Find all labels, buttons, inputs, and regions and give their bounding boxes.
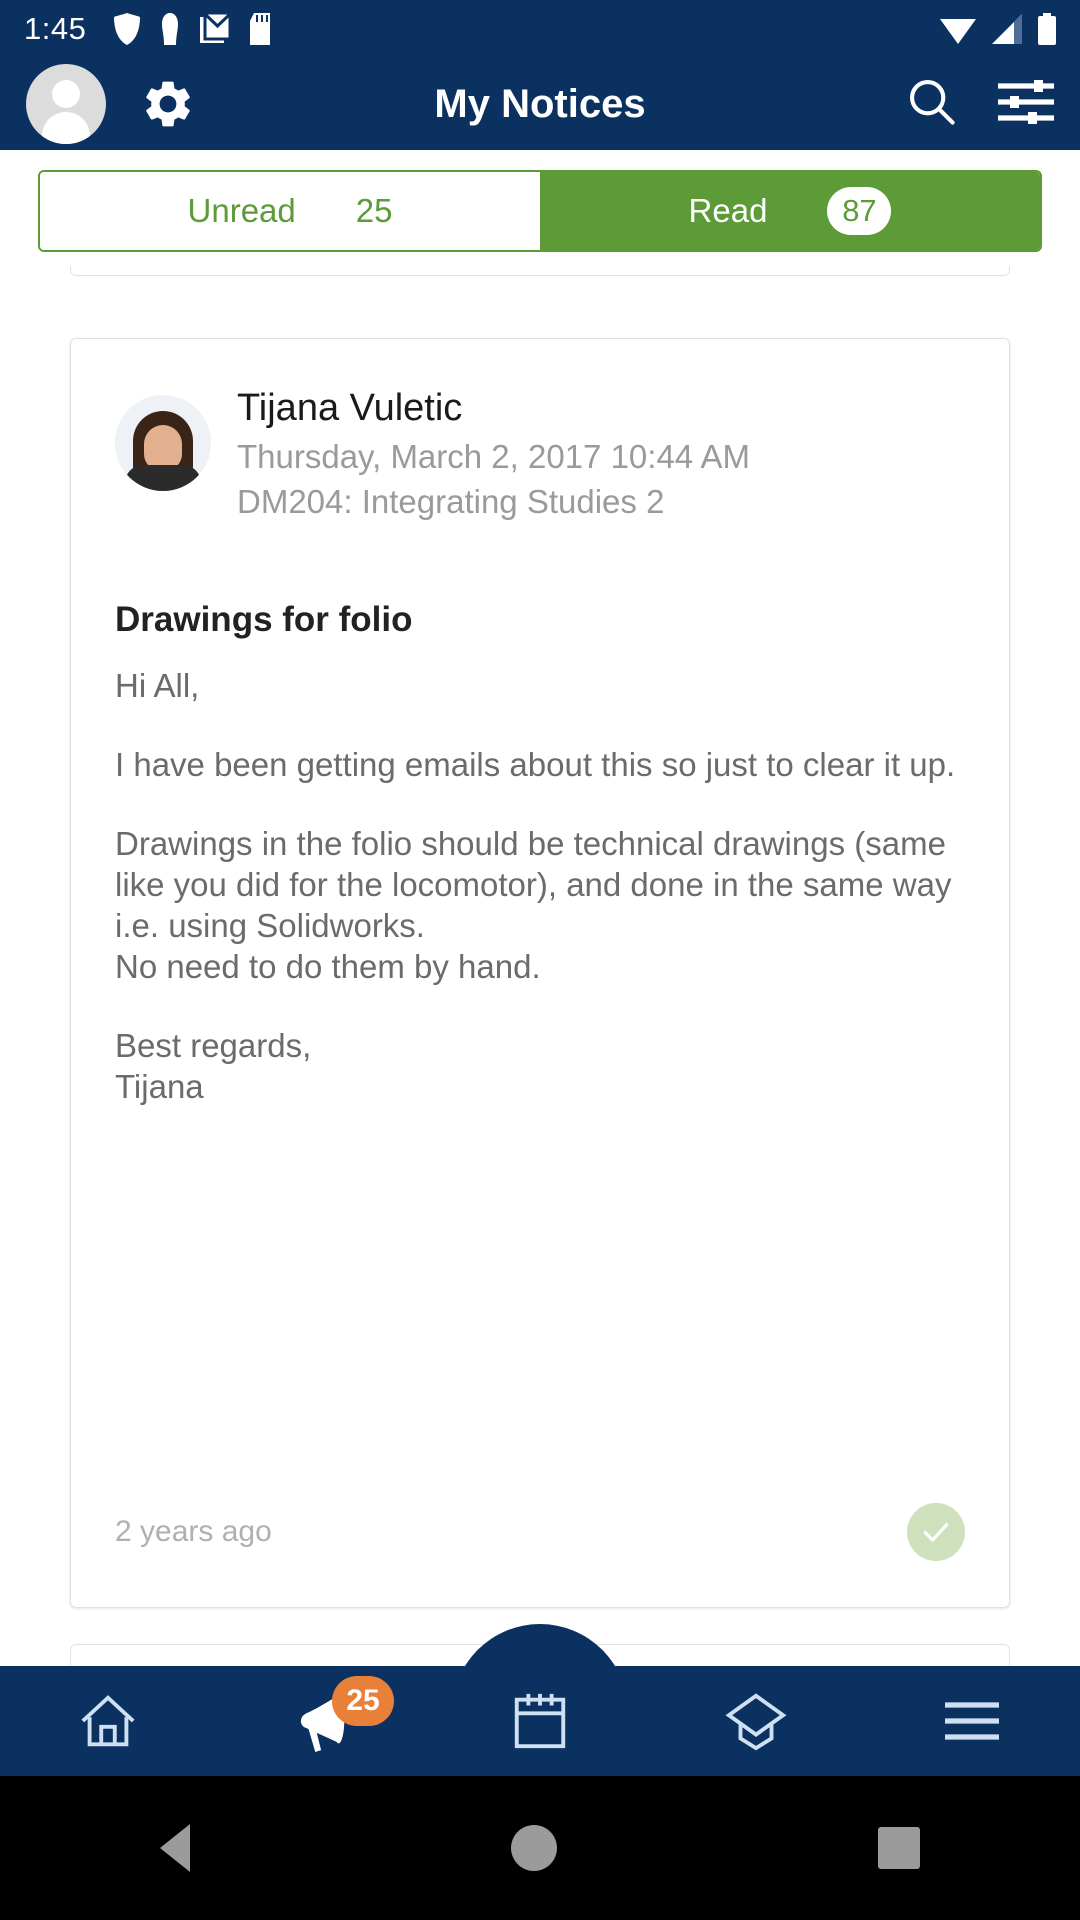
- tab-read[interactable]: Read 87: [540, 172, 1040, 250]
- app-bar-actions: [906, 76, 1057, 133]
- bottom-nav: 25: [0, 1666, 1080, 1776]
- status-bar-right-icons: [940, 13, 1056, 45]
- android-system-nav: [0, 1776, 1080, 1920]
- status-bar-time: 1:45: [24, 11, 87, 46]
- home-icon: [81, 1695, 135, 1747]
- tab-read-count: 87: [827, 187, 892, 235]
- tab-unread-count: 25: [355, 192, 393, 229]
- notice-body-line: No need to do them by hand.: [115, 947, 541, 985]
- avatar: [115, 395, 211, 491]
- bottom-nav-notices[interactable]: 25: [216, 1666, 432, 1776]
- graduation-cap-icon: [725, 1693, 787, 1751]
- battery-icon: [1038, 13, 1056, 45]
- notice-footer: 2 years ago: [71, 1457, 1009, 1607]
- notice-body-line: Best regards,: [115, 1026, 312, 1064]
- notice-time-ago: 2 years ago: [115, 1515, 272, 1548]
- notice-date: Thursday, March 2, 2017 10:44 AM: [237, 437, 750, 475]
- notice-body-line: Tijana: [115, 1067, 204, 1105]
- calendar-icon: [514, 1693, 566, 1749]
- recents-square-icon[interactable]: [877, 1827, 920, 1869]
- notice-body: Hi All, I have been getting emails about…: [71, 640, 1009, 1107]
- notices-list[interactable]: Tijana Vuletic Thursday, March 2, 2017 1…: [0, 266, 1080, 1666]
- notice-body-line: Hi All,: [115, 667, 200, 705]
- gear-icon[interactable]: [140, 76, 196, 132]
- gmail-icon: [200, 13, 231, 43]
- back-triangle-icon[interactable]: [160, 1824, 191, 1872]
- status-bar-left-icons: [114, 13, 271, 45]
- tab-unread[interactable]: Unread 25: [40, 172, 540, 250]
- shield-icon: [114, 13, 141, 45]
- bottom-nav-courses[interactable]: [648, 1666, 864, 1776]
- vpn-key-icon: [162, 13, 179, 45]
- tab-unread-label: Unread: [187, 192, 296, 229]
- notice-card[interactable]: Tijana Vuletic Thursday, March 2, 2017 1…: [70, 338, 1010, 1608]
- account-avatar-icon[interactable]: [26, 64, 106, 144]
- home-circle-icon[interactable]: [510, 1825, 557, 1871]
- filter-sliders-icon[interactable]: [995, 79, 1057, 129]
- notices-badge: 25: [332, 1676, 394, 1726]
- bottom-nav-more[interactable]: [864, 1666, 1080, 1776]
- bottom-nav-home[interactable]: [0, 1666, 216, 1776]
- notices-tab-bar: Unread 25 Read 87: [0, 150, 1080, 270]
- notice-body-line: Drawings in the folio should be technica…: [115, 825, 952, 944]
- notice-card-previous-peek[interactable]: [70, 266, 1010, 276]
- sd-card-icon: [250, 13, 271, 45]
- notice-subject: Drawings for folio: [115, 600, 413, 640]
- hamburger-menu-icon: [945, 1702, 999, 1740]
- notice-body-line: I have been getting emails about this so…: [115, 746, 956, 784]
- status-bar: 1:45: [0, 0, 1080, 58]
- mark-as-read-button[interactable]: [907, 1503, 965, 1561]
- check-icon: [923, 1523, 949, 1542]
- notice-header: Tijana Vuletic Thursday, March 2, 2017 1…: [71, 339, 1009, 524]
- wifi-icon: [940, 19, 976, 44]
- signal-icon: [992, 14, 1022, 44]
- notice-sender-name: Tijana Vuletic: [237, 387, 463, 429]
- tab-read-label: Read: [688, 192, 768, 229]
- notice-course: DM204: Integrating Studies 2: [237, 483, 665, 521]
- search-icon[interactable]: [906, 76, 958, 133]
- bottom-nav-calendar[interactable]: [432, 1666, 648, 1776]
- app-bar: My Notices: [0, 58, 1080, 150]
